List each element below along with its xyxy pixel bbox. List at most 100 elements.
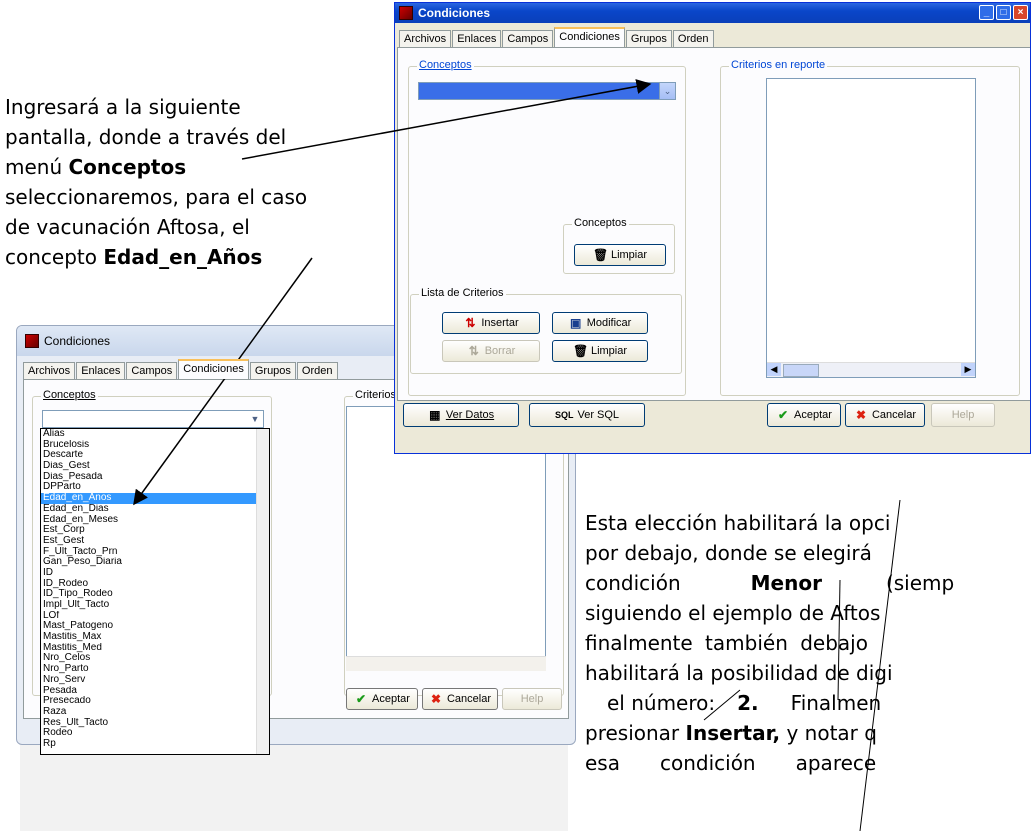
conceptos-dropdown-list[interactable]: Alias Brucelosis Descarte Dias_Gest Dias_Pes…: [40, 428, 270, 755]
tab-campos[interactable]: Campos: [126, 362, 178, 379]
dropdown-item[interactable]: Edad_en_Anos: [41, 493, 269, 504]
dropdown-item[interactable]: Rodeo: [41, 728, 269, 739]
dropdown-item[interactable]: LOf: [41, 611, 269, 622]
tab-archivos[interactable]: Archivos: [399, 30, 452, 47]
cancelar-button[interactable]: ✖ Cancelar: [422, 688, 498, 710]
tab-enlaces[interactable]: Enlaces: [76, 362, 126, 379]
text-line: finalmente también debajo: [585, 631, 868, 655]
maximize-icon[interactable]: □: [996, 5, 1011, 20]
close-icon[interactable]: ×: [1013, 5, 1028, 20]
aceptar-button[interactable]: ✔ Aceptar: [767, 403, 841, 427]
tab-strip: Archivos Enlaces Campos Condiciones Grup…: [399, 27, 715, 47]
dropdown-item[interactable]: Pesada: [41, 686, 269, 697]
dropdown-item[interactable]: Edad_en_Dias: [41, 504, 269, 515]
tab-orden[interactable]: Orden: [672, 30, 714, 47]
dropdown-items: Alias Brucelosis Descarte Dias_Gest Dias_Pes…: [41, 429, 269, 750]
dropdown-item[interactable]: ID_Tipo_Rodeo: [41, 589, 269, 600]
criterios-label: Criterios en reporte: [729, 59, 828, 71]
window-title: Condiciones: [44, 334, 111, 348]
tab-strip: Archivos Enlaces Campos Condiciones Grup…: [23, 359, 339, 379]
dropdown-item[interactable]: ID_Rodeo: [41, 579, 269, 590]
limpiar-conceptos-button[interactable]: 🗑 Limpiar: [574, 244, 666, 266]
help-button[interactable]: Help: [931, 403, 995, 427]
dropdown-item[interactable]: F_Ult_Tacto_Prn: [41, 547, 269, 558]
dropdown-item[interactable]: Dias_Gest: [41, 461, 269, 472]
tab-condiciones[interactable]: Condiciones: [554, 27, 625, 47]
conceptos-label: Conceptos: [41, 389, 98, 401]
dropdown-item[interactable]: Mastitis_Med: [41, 643, 269, 654]
dropdown-item[interactable]: Est_Gest: [41, 536, 269, 547]
dropdown-item[interactable]: Mast_Patogeno: [41, 621, 269, 632]
grid-icon: ▦: [429, 408, 441, 422]
ver-datos-button[interactable]: ▦ Ver Datos: [403, 403, 519, 427]
tab-orden[interactable]: Orden: [296, 362, 338, 379]
tab-grupos[interactable]: Grupos: [249, 362, 296, 379]
criterios-hscroll[interactable]: ◀ ▶: [767, 362, 975, 377]
text-line: seleccionaremos, para el caso: [5, 185, 308, 209]
text-line: de vacunación Aftosa, el: [5, 215, 250, 239]
dropdown-item[interactable]: Nro_Serv: [41, 675, 269, 686]
aceptar-button[interactable]: ✔ Aceptar: [346, 688, 418, 710]
text-line: condición Menor (siemp: [585, 571, 955, 595]
cancelar-button[interactable]: ✖ Cancelar: [845, 403, 925, 427]
dropdown-item[interactable]: DPParto: [41, 482, 269, 493]
app-icon: [399, 6, 413, 20]
chevron-down-icon[interactable]: ⌄: [659, 83, 675, 99]
dropdown-item[interactable]: Mastitis_Max: [41, 632, 269, 643]
criterios-hscroll[interactable]: [346, 656, 546, 671]
instruction-text-left: Ingresará a la siguiente pantalla, donde…: [5, 92, 375, 272]
help-button[interactable]: Help: [502, 688, 562, 710]
dropdown-item[interactable]: Impl_Ult_Tacto: [41, 600, 269, 611]
dropdown-item[interactable]: ID: [41, 568, 269, 579]
tab-panel: Conceptos ⌄ Conceptos 🗑 Limpiar Lista de …: [397, 47, 1030, 401]
dropdown-item[interactable]: Nro_Celos: [41, 653, 269, 664]
trash-icon: 🗑: [592, 248, 609, 262]
dropdown-item[interactable]: Descarte: [41, 450, 269, 461]
dropdown-item[interactable]: Dias_Pesada: [41, 472, 269, 483]
dropdown-item[interactable]: Alias: [41, 429, 269, 440]
text-line: menú Conceptos: [5, 155, 187, 179]
chevron-down-icon[interactable]: ▼: [247, 411, 263, 427]
dropdown-item[interactable]: Gan_Peso_Diaria: [41, 557, 269, 568]
conceptos-combo[interactable]: ⌄: [418, 82, 676, 100]
dropdown-item[interactable]: Presecado: [41, 696, 269, 707]
dropdown-item[interactable]: Raza: [41, 707, 269, 718]
insertar-button[interactable]: ⇅ Insertar: [442, 312, 540, 334]
conceptos-combo[interactable]: ▼: [42, 410, 264, 428]
tab-condiciones[interactable]: Condiciones: [178, 359, 249, 379]
minimize-icon[interactable]: _: [979, 5, 994, 20]
text-line: por debajo, donde se elegirá: [585, 541, 872, 565]
ver-sql-button[interactable]: SQL Ver SQL: [529, 403, 645, 427]
dropdown-item[interactable]: Est_Corp: [41, 525, 269, 536]
app-icon: [25, 334, 39, 348]
gray-footer-band: [20, 745, 568, 831]
dropdown-scrollbar[interactable]: [256, 429, 269, 754]
criterios-listbox[interactable]: [766, 78, 976, 378]
scroll-right-icon[interactable]: ▶: [961, 363, 975, 376]
text-line: siguiendo el ejemplo de Aftos: [585, 601, 881, 625]
dropdown-item[interactable]: Edad_en_Meses: [41, 515, 269, 526]
dropdown-item[interactable]: Nro_Parto: [41, 664, 269, 675]
dropdown-item[interactable]: Brucelosis: [41, 440, 269, 451]
bold-edad: Edad_en_Años: [103, 245, 263, 269]
criterios-label: Criterios: [353, 389, 398, 401]
tab-enlaces[interactable]: Enlaces: [452, 30, 502, 47]
tab-archivos[interactable]: Archivos: [23, 362, 76, 379]
scroll-thumb[interactable]: [783, 364, 819, 377]
text-line: Ingresará a la siguiente: [5, 95, 241, 119]
x-icon: ✖: [855, 408, 867, 422]
window-title: Condiciones: [418, 6, 491, 20]
instruction-text-right: Esta elección habilitará la opci por deb…: [585, 508, 1031, 778]
limpiar-criterios-button[interactable]: 🗑 Limpiar: [552, 340, 648, 362]
tab-grupos[interactable]: Grupos: [625, 30, 672, 47]
modificar-button[interactable]: ▣ Modificar: [552, 312, 648, 334]
tab-campos[interactable]: Campos: [502, 30, 554, 47]
dropdown-item[interactable]: Res_Ult_Tacto: [41, 718, 269, 729]
sql-icon: SQL: [554, 410, 574, 420]
window-controls: _ □ ×: [979, 5, 1028, 20]
scroll-left-icon[interactable]: ◀: [767, 363, 781, 376]
check-icon: ✔: [778, 408, 789, 422]
dropdown-item[interactable]: Rp: [41, 739, 269, 750]
text-line: concepto Edad_en_Años: [5, 245, 263, 269]
borrar-button[interactable]: ⇅ Borrar: [442, 340, 540, 362]
